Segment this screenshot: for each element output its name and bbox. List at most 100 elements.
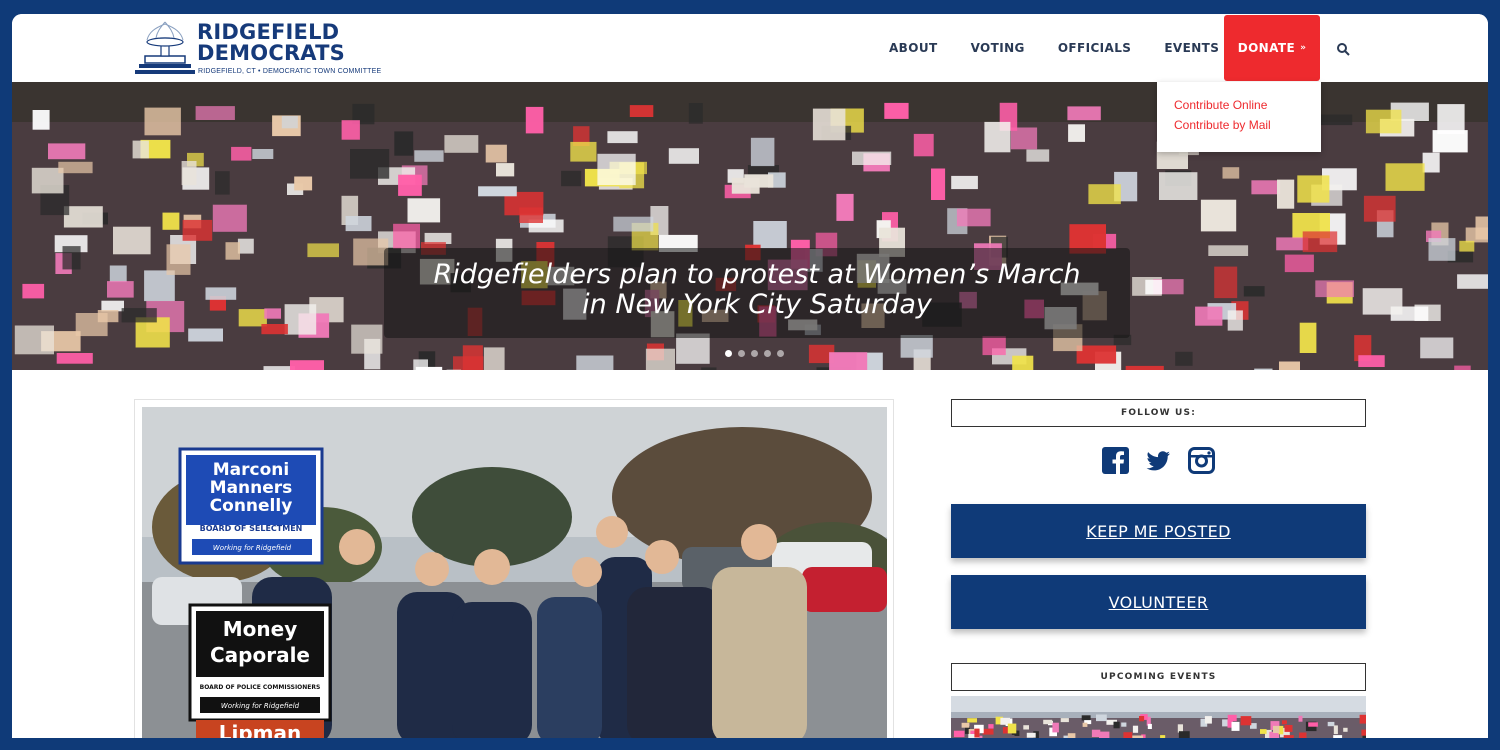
keep-me-posted-button[interactable]: KEEP ME POSTED bbox=[951, 504, 1366, 558]
protest-sign bbox=[97, 310, 119, 323]
protest-sign bbox=[162, 212, 180, 230]
slider-dot[interactable] bbox=[738, 350, 745, 357]
protest-sign bbox=[294, 176, 313, 191]
protest-sign bbox=[353, 238, 389, 266]
protest-sign bbox=[812, 108, 846, 141]
protest-sign bbox=[407, 198, 441, 223]
event-crowd-mark bbox=[1099, 731, 1110, 738]
protest-sign bbox=[132, 140, 149, 159]
featured-post-card[interactable]: Marconi Manners Connelly BOARD OF SELECT… bbox=[134, 399, 894, 738]
protest-sign bbox=[982, 336, 1006, 356]
event-crowd-mark bbox=[1231, 721, 1240, 731]
protest-sign bbox=[1459, 240, 1475, 252]
slider-dot[interactable] bbox=[764, 350, 771, 357]
sign-lipman: Lipman bbox=[219, 721, 302, 738]
protest-sign bbox=[350, 149, 390, 179]
nav-events[interactable]: EVENTS bbox=[1164, 41, 1219, 55]
protest-sign bbox=[1279, 361, 1300, 370]
protest-sign bbox=[231, 146, 252, 161]
protest-sign bbox=[750, 137, 775, 167]
protest-sign bbox=[225, 242, 240, 260]
protest-sign bbox=[613, 216, 654, 232]
contribute-by-mail-link[interactable]: Contribute by Mail bbox=[1157, 118, 1321, 132]
search-icon[interactable] bbox=[1336, 42, 1350, 56]
donate-dropdown: Contribute Online Contribute by Mail bbox=[1157, 82, 1321, 152]
nav-about[interactable]: ABOUT bbox=[889, 41, 938, 55]
sign-money-line2: Caporale bbox=[210, 643, 310, 667]
volunteer-button[interactable]: VOLUNTEER bbox=[951, 575, 1366, 629]
protest-sign bbox=[393, 223, 420, 249]
contribute-online-link[interactable]: Contribute Online bbox=[1157, 98, 1321, 112]
protest-sign bbox=[570, 141, 597, 162]
slider-dot[interactable] bbox=[725, 350, 732, 357]
protest-sign bbox=[1076, 345, 1117, 364]
protest-sign bbox=[107, 281, 134, 298]
featured-photo[interactable]: Marconi Manners Connelly BOARD OF SELECT… bbox=[142, 407, 887, 738]
twitter-icon[interactable] bbox=[1145, 447, 1172, 474]
browser-page: RIDGEFIELD DEMOCRATS RIDGEFIELD, CT • DE… bbox=[12, 14, 1488, 738]
protest-sign bbox=[1200, 199, 1237, 232]
event-crowd-mark bbox=[974, 728, 980, 738]
event-crowd-mark bbox=[953, 730, 965, 738]
protest-sign bbox=[238, 309, 267, 327]
protest-sign bbox=[1067, 106, 1101, 121]
protest-sign bbox=[1297, 175, 1330, 203]
slider-dot[interactable] bbox=[777, 350, 784, 357]
protest-sign bbox=[561, 170, 582, 187]
protest-sign bbox=[900, 335, 933, 358]
instagram-icon[interactable] bbox=[1188, 447, 1215, 474]
nav-donate-button[interactable]: DONATE » bbox=[1224, 15, 1320, 81]
protest-sign bbox=[483, 347, 505, 370]
protest-sign bbox=[415, 366, 443, 370]
event-crowd-mark bbox=[1204, 716, 1212, 724]
protest-sign bbox=[14, 325, 55, 355]
protest-sign bbox=[485, 144, 507, 163]
event-crowd-mark bbox=[967, 718, 977, 723]
event-crowd-mark bbox=[1060, 718, 1069, 723]
event-crowd-mark bbox=[982, 728, 994, 735]
event-crowd-mark bbox=[961, 722, 970, 728]
protest-sign bbox=[290, 360, 324, 370]
event-crowd-mark bbox=[1067, 733, 1076, 738]
nav-voting[interactable]: VOTING bbox=[971, 41, 1025, 55]
event-crowd-mark bbox=[1343, 727, 1348, 732]
chevron-down-icon: » bbox=[1300, 43, 1307, 53]
event-crowd-mark bbox=[1091, 729, 1101, 737]
protest-sign bbox=[394, 131, 414, 156]
slider-dots bbox=[725, 350, 790, 357]
event-crowd-mark bbox=[1132, 735, 1143, 738]
protest-sign bbox=[121, 308, 157, 323]
protest-sign bbox=[1254, 368, 1273, 370]
sign-marconi-board: BOARD OF SELECTMEN bbox=[200, 524, 303, 533]
protest-sign bbox=[22, 283, 45, 299]
protest-sign bbox=[195, 106, 235, 120]
protest-sign bbox=[931, 168, 946, 200]
protest-sign bbox=[166, 244, 191, 275]
hero-title[interactable]: Ridgefielders plan to protest at Women’s… bbox=[384, 260, 1130, 320]
protest-sign bbox=[205, 287, 237, 300]
nav-officials[interactable]: OFFICIALS bbox=[1058, 41, 1132, 55]
site-logo[interactable]: RIDGEFIELD DEMOCRATS RIDGEFIELD, CT • DE… bbox=[135, 20, 381, 78]
protest-sign bbox=[1145, 279, 1163, 295]
protest-sign bbox=[576, 355, 614, 370]
event-crowd-mark bbox=[1113, 721, 1120, 729]
protest-sign bbox=[1125, 365, 1164, 370]
facebook-icon[interactable] bbox=[1102, 447, 1129, 474]
protest-sign bbox=[56, 353, 93, 364]
protest-sign bbox=[212, 204, 247, 232]
event-crowd-mark bbox=[1147, 723, 1152, 729]
protest-sign bbox=[284, 304, 317, 335]
event-crowd-mark bbox=[1299, 732, 1307, 738]
logo-subtitle: RIDGEFIELD, CT • DEMOCRATIC TOWN COMMITT… bbox=[198, 68, 382, 75]
protest-sign bbox=[829, 352, 868, 370]
protest-sign bbox=[884, 102, 909, 119]
slider-dot[interactable] bbox=[751, 350, 758, 357]
protest-sign bbox=[1362, 288, 1403, 315]
upcoming-events-image[interactable] bbox=[951, 696, 1366, 738]
protest-sign bbox=[645, 348, 675, 370]
protest-sign bbox=[444, 135, 479, 153]
event-crowd-mark bbox=[1227, 714, 1237, 722]
protest-sign bbox=[264, 308, 281, 319]
protest-sign bbox=[852, 151, 892, 165]
event-crowd-mark bbox=[1082, 722, 1088, 727]
